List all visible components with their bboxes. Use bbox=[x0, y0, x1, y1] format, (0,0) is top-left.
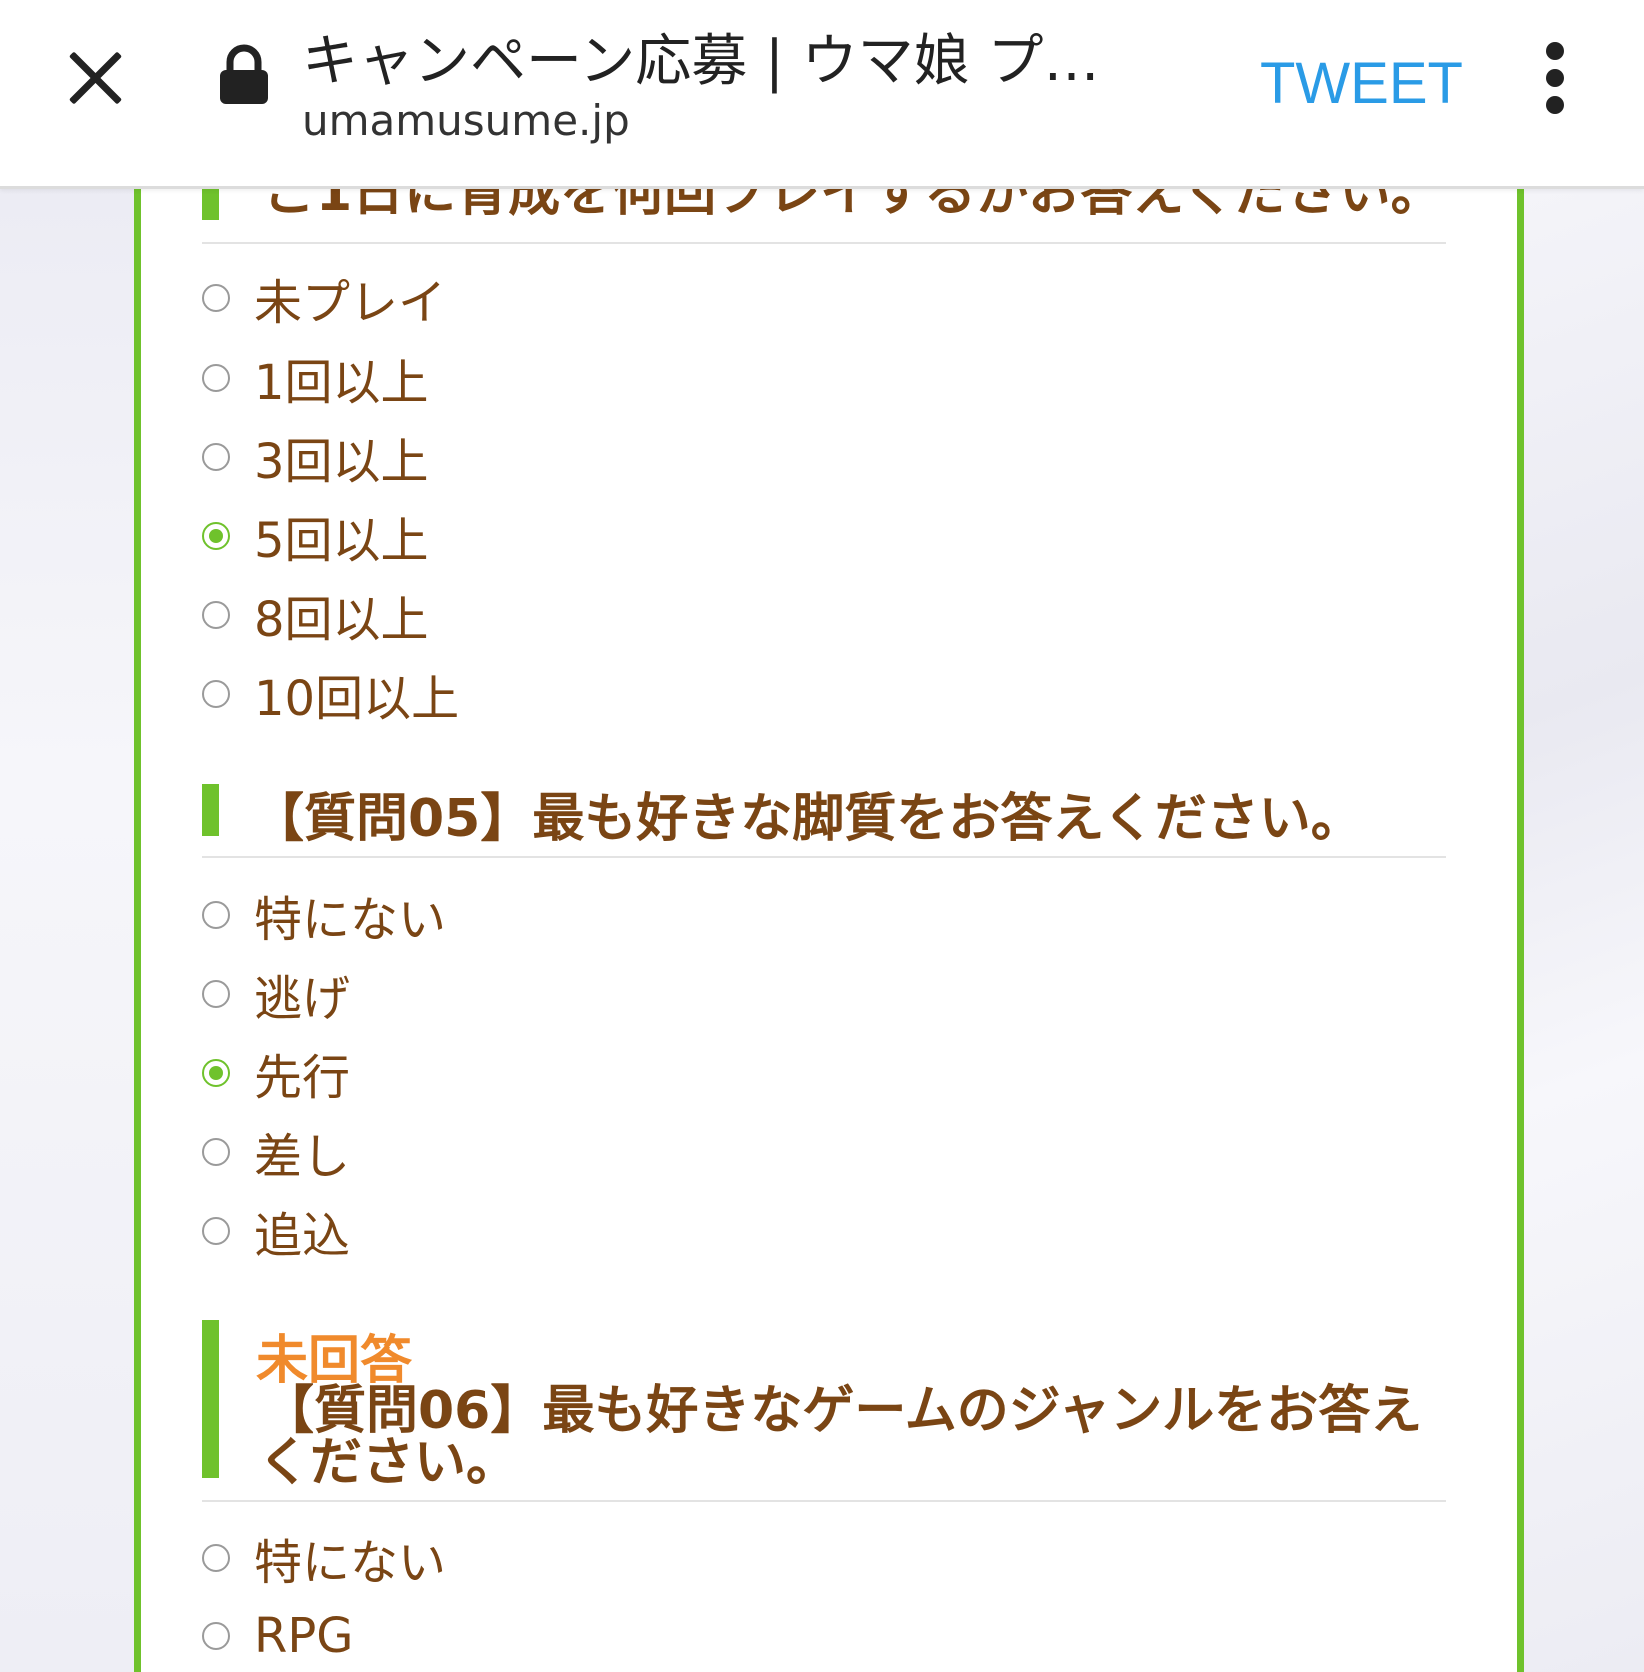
radio-button[interactable] bbox=[202, 1622, 230, 1650]
q05-option[interactable]: 逃げ bbox=[202, 964, 350, 1027]
option-label: 特にない bbox=[254, 892, 447, 948]
option-label: 先行 bbox=[254, 1050, 351, 1106]
radio-button[interactable] bbox=[202, 443, 230, 471]
question-marker bbox=[202, 186, 219, 220]
option-label: 8回以上 bbox=[254, 592, 429, 648]
option-label: RPG bbox=[254, 1608, 354, 1664]
divider bbox=[202, 242, 1446, 244]
close-icon[interactable] bbox=[58, 40, 134, 116]
tweet-button[interactable]: TWEET bbox=[1260, 50, 1463, 117]
question-05-header: 【質問05】最も好きな脚質をお答えください。 bbox=[202, 782, 1446, 849]
radio-button[interactable] bbox=[202, 901, 230, 929]
q04-option[interactable]: 1回以上 bbox=[202, 348, 429, 411]
q06-option[interactable]: RPG bbox=[202, 1606, 354, 1666]
option-label: 3回以上 bbox=[254, 434, 429, 490]
option-label: 特にない bbox=[254, 1535, 447, 1591]
radio-button[interactable] bbox=[202, 284, 230, 312]
question-04-header: ご1日に育成を何回プレイするかお答えください。 bbox=[202, 186, 1446, 220]
page-background-right bbox=[1510, 186, 1644, 1672]
page-url: umamusume.jp bbox=[302, 96, 630, 145]
q06-option[interactable]: 特にない bbox=[202, 1528, 446, 1591]
radio-button[interactable] bbox=[202, 364, 230, 392]
divider bbox=[202, 856, 1446, 858]
option-label: 追込 bbox=[254, 1208, 351, 1264]
q05-option[interactable]: 追込 bbox=[202, 1201, 350, 1264]
radio-button[interactable] bbox=[202, 1544, 230, 1572]
page-title: キャンペーン応募 | ウマ娘 プ… bbox=[302, 29, 1100, 94]
q04-option-selected[interactable]: 5回以上 bbox=[202, 506, 429, 569]
page-background-left bbox=[0, 186, 134, 1672]
q05-option[interactable]: 差し bbox=[202, 1122, 350, 1185]
radio-button[interactable] bbox=[202, 1217, 230, 1245]
lock-icon bbox=[220, 44, 268, 104]
radio-button[interactable] bbox=[202, 601, 230, 629]
option-label: 10回以上 bbox=[254, 671, 460, 727]
option-label: 逃げ bbox=[254, 971, 351, 1027]
radio-button-checked[interactable] bbox=[202, 1059, 230, 1087]
q05-option-selected[interactable]: 先行 bbox=[202, 1043, 350, 1106]
browser-toolbar: キャンペーン応募 | ウマ娘 プ… umamusume.jp TWEET bbox=[0, 0, 1644, 189]
question-04-text: ご1日に育成を何回プレイするかお答えください。 bbox=[264, 186, 1443, 220]
radio-button[interactable] bbox=[202, 680, 230, 708]
radio-button[interactable] bbox=[202, 980, 230, 1008]
question-marker bbox=[202, 1320, 219, 1478]
divider bbox=[202, 1500, 1446, 1502]
option-label: 1回以上 bbox=[254, 355, 429, 411]
question-06-text-line2: ください。 bbox=[258, 1433, 519, 1493]
more-options-icon[interactable] bbox=[1534, 40, 1576, 116]
q04-option[interactable]: 未プレイ bbox=[202, 268, 446, 331]
q04-option[interactable]: 3回以上 bbox=[202, 427, 429, 490]
option-label: 5回以上 bbox=[254, 513, 429, 569]
question-05-text: 【質問05】最も好きな脚質をお答えください。 bbox=[252, 789, 1363, 849]
radio-button[interactable] bbox=[202, 1138, 230, 1166]
question-marker bbox=[202, 784, 219, 836]
q04-option[interactable]: 8回以上 bbox=[202, 585, 429, 648]
option-label: 差し bbox=[254, 1129, 351, 1185]
q04-option[interactable]: 10回以上 bbox=[202, 664, 459, 727]
q05-option[interactable]: 特にない bbox=[202, 885, 446, 948]
option-label: 未プレイ bbox=[254, 275, 447, 331]
radio-button-checked[interactable] bbox=[202, 522, 230, 550]
